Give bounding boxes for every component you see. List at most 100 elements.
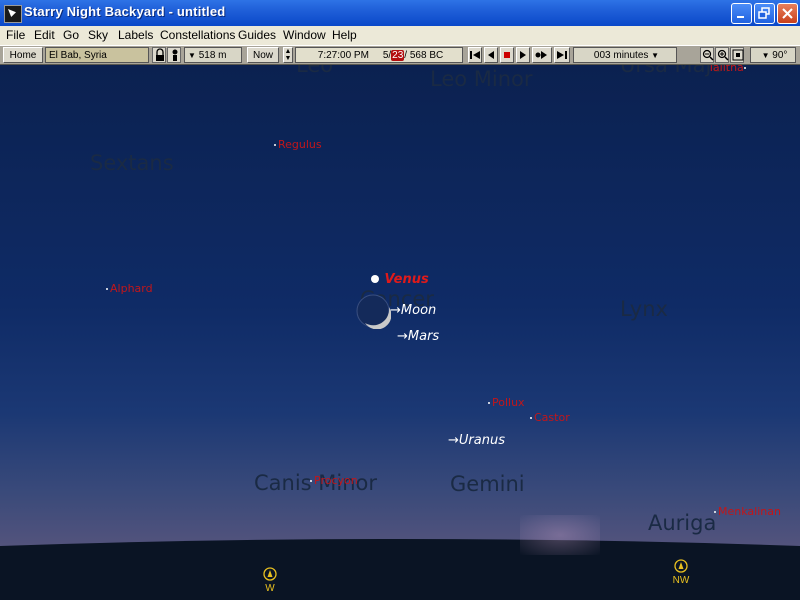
star-label: Alphard [110,282,153,295]
menu-edit[interactable]: Edit [34,28,55,42]
home-button[interactable]: Home [3,47,43,63]
date-time-field[interactable]: 7:27:00 PM 5/23/ 568 BC [295,47,463,63]
rewind-icon [470,51,480,59]
star-dot [530,417,532,419]
dropdown-arrow-icon: ▼ [651,51,660,60]
play-button[interactable] [516,47,530,63]
menu-help[interactable]: Help [332,28,357,42]
star-alphard[interactable]: Alphard [106,282,153,295]
venus-marker-icon [371,275,379,283]
play-icon [520,51,526,59]
menu-sky[interactable]: Sky [88,28,108,42]
time-stepper[interactable]: ▲ ▼ [283,47,293,63]
star-dot [106,288,108,290]
compass-west[interactable]: W [258,567,282,594]
zoom-fit-button[interactable] [730,47,744,63]
star-label: Talitha [708,65,744,74]
dropdown-arrow-icon: ▼ [761,51,770,60]
step-back-icon [488,51,494,59]
time-step-select[interactable]: 003 minutes ▼ [573,47,677,63]
star-label: Pollux [492,396,525,409]
star-procyon[interactable]: Procyon [310,474,358,487]
maximize-button[interactable] [754,3,775,24]
planet-moon[interactable]: →Moon [390,303,436,318]
minimize-button[interactable] [731,3,752,24]
star-label: Menkalinan [718,505,781,518]
menu-bar: File Edit Go Sky Labels Constellations G… [0,26,800,45]
close-button[interactable] [777,3,798,24]
star-label: Procyon [314,474,358,487]
step-forward-end-button[interactable] [554,47,570,63]
elevation-field[interactable]: ▼ 518 m [184,47,242,63]
rewind-button[interactable] [468,47,482,63]
star-label: Castor [534,411,570,424]
viewer-icon[interactable] [167,47,181,63]
close-icon [782,8,793,19]
app-icon[interactable] [4,5,22,23]
planet-label: Uranus [458,433,505,448]
stop-button[interactable] [500,47,514,63]
restore-icon [758,7,770,19]
star-dot [310,480,312,482]
star-dot [274,144,276,146]
planet-label: Mars [407,329,440,344]
menu-file[interactable]: File [6,28,25,42]
star-dot [714,511,716,513]
constellation-sextans[interactable]: Sextans [90,151,174,175]
stop-icon [504,52,510,58]
star-menkalinan[interactable]: Menkalinan [714,505,781,518]
star-label: Regulus [278,138,322,151]
zoom-in-button[interactable] [715,47,729,63]
elevation-value: 518 m [198,50,227,61]
moon-disk-icon[interactable] [355,293,391,329]
constellation-leo[interactable]: Leo [296,65,333,77]
zoom-fit-icon [732,49,744,61]
compass-northwest[interactable]: NW [669,559,693,586]
menu-labels[interactable]: Labels [118,28,153,42]
star-castor[interactable]: Castor [530,411,570,424]
title-bar: Starry Night Backyard - untitled [0,0,800,26]
star-regulus[interactable]: Regulus [274,138,322,151]
constellation-leo-minor[interactable]: Leo Minor [430,67,533,91]
fov-value: 90° [772,50,788,61]
toolbar: Home El Bab, Syria ▼ 518 m Now ▲ ▼ 7:27:0… [0,45,800,65]
date-month: 5/ [382,50,392,61]
date-year: / 568 BC [404,50,444,61]
location-field[interactable]: El Bab, Syria [45,47,149,63]
planet-uranus[interactable]: →Uranus [448,433,505,448]
lock-icon[interactable] [152,47,166,63]
star-pollux[interactable]: Pollux [488,396,525,409]
sky-glow [520,515,600,555]
date-day[interactable]: 23 [391,50,405,61]
star-dot [488,402,490,404]
time-step-value: 003 minutes [593,50,649,61]
menu-constellations[interactable]: Constellations [160,28,235,42]
planet-venus[interactable]: Venus [370,272,429,287]
direction-marker-icon [263,567,277,581]
planet-mars[interactable]: →Mars [397,329,439,344]
zoom-out-icon [702,49,714,61]
constellation-auriga[interactable]: Auriga [648,511,716,535]
planet-label: Venus [384,272,429,287]
direction-marker-icon [674,559,688,573]
step-back-button[interactable] [484,47,498,63]
field-of-view-select[interactable]: ▼ 90° [750,47,796,63]
time-value: 7:27:00 PM [317,50,369,61]
window-title: Starry Night Backyard - untitled [24,4,226,19]
zoom-out-button[interactable] [700,47,714,63]
menu-go[interactable]: Go [63,28,79,42]
star-talitha[interactable]: Talitha [708,65,748,74]
compass-label: W [265,583,275,594]
now-button[interactable]: Now [247,47,279,63]
dropdown-arrow-icon: ▼ [188,51,196,60]
zoom-in-icon [717,49,729,61]
forward-end-icon [557,51,567,59]
menu-window[interactable]: Window [283,28,326,42]
fast-forward-button[interactable] [532,47,552,63]
compass-label: NW [672,575,690,586]
sky-view[interactable]: Leo Leo Minor Ursa Major Sextans Cancer … [0,65,800,600]
menu-guides[interactable]: Guides [238,28,276,42]
constellation-lynx[interactable]: Lynx [620,297,668,321]
constellation-gemini[interactable]: Gemini [450,472,525,496]
planet-label: Moon [400,303,437,318]
